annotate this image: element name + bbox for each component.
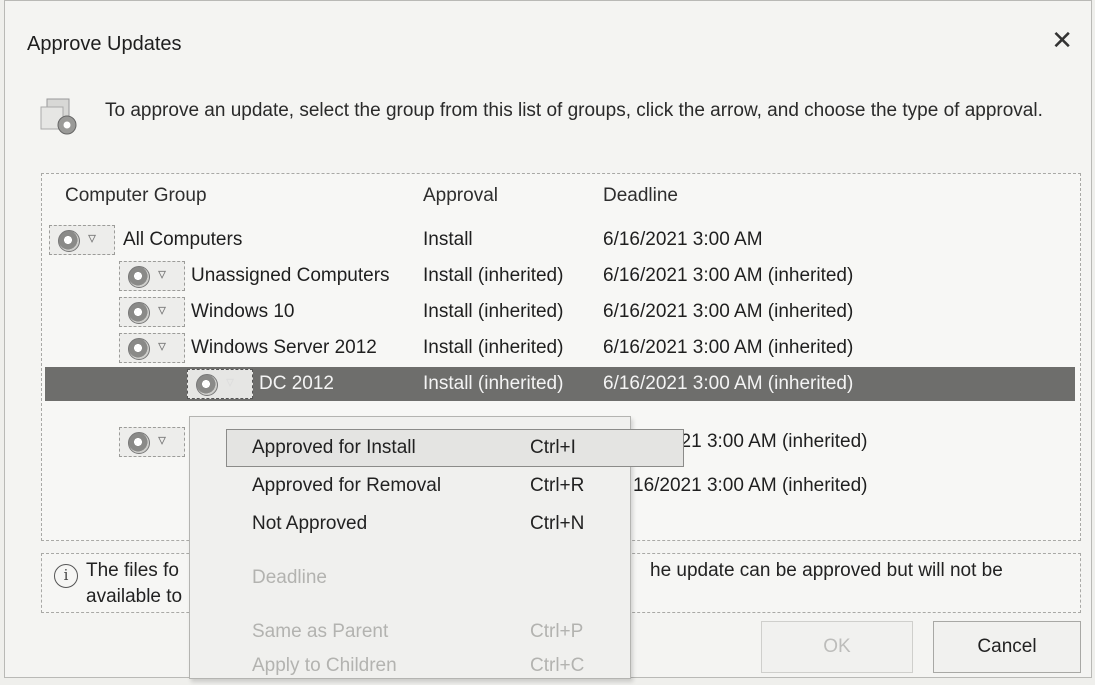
chevron-down-icon: ▿ bbox=[158, 432, 167, 449]
approval-context-menu: Approved for Install Ctrl+I Approved for… bbox=[189, 416, 684, 679]
menu-item-shortcut: Ctrl+N bbox=[530, 513, 585, 534]
table-row[interactable]: ▿ All Computers Install 6/16/2021 3:00 A… bbox=[45, 223, 1075, 257]
menu-item-approved-for-removal[interactable]: Approved for Removal Ctrl+R bbox=[190, 469, 630, 505]
menu-item-label: Apply to Children bbox=[252, 655, 397, 676]
approval-value: Install bbox=[423, 229, 473, 250]
deadline-value: 6/16/2021 3:00 AM (inherited) bbox=[603, 265, 854, 286]
menu-item-approved-for-install[interactable]: Approved for Install Ctrl+I bbox=[190, 431, 630, 467]
approval-dropdown-button[interactable]: ▿ bbox=[187, 369, 253, 399]
approval-gear-icon bbox=[128, 338, 150, 360]
table-row-selected[interactable]: ▿ DC 2012 Install (inherited) 6/16/2021 … bbox=[45, 367, 1075, 401]
approval-value: Install (inherited) bbox=[423, 265, 564, 286]
info-text-line1: The files fo bbox=[86, 560, 179, 581]
chevron-down-icon: ▿ bbox=[158, 302, 167, 319]
column-header-group[interactable]: Computer Group bbox=[65, 185, 207, 207]
menu-item-label: Deadline bbox=[252, 567, 327, 588]
deadline-value: 6/16/2021 3:00 AM (inherited) bbox=[603, 301, 854, 322]
group-name: Windows 10 bbox=[191, 301, 295, 322]
approval-value: Install (inherited) bbox=[423, 373, 564, 394]
chevron-down-icon: ▿ bbox=[158, 266, 167, 283]
chevron-down-icon: ▿ bbox=[226, 374, 235, 391]
approve-updates-icon bbox=[40, 98, 77, 135]
ok-button[interactable]: OK bbox=[761, 621, 913, 673]
menu-item-label: Not Approved bbox=[252, 513, 368, 534]
group-name: DC 2012 bbox=[259, 373, 334, 394]
menu-item-shortcut: Ctrl+I bbox=[530, 437, 576, 458]
menu-item-shortcut: Ctrl+R bbox=[530, 475, 585, 496]
group-name: Unassigned Computers bbox=[191, 265, 390, 286]
approval-gear-icon bbox=[128, 432, 150, 454]
approval-dropdown-button[interactable]: ▿ bbox=[119, 427, 185, 457]
approve-updates-dialog: Approve Updates ✕ To approve an update, … bbox=[4, 0, 1092, 679]
menu-item-not-approved[interactable]: Not Approved Ctrl+N bbox=[190, 507, 630, 543]
approval-dropdown-button[interactable]: ▿ bbox=[119, 261, 185, 291]
table-row[interactable]: ▿ Windows 10 Install (inherited) 6/16/20… bbox=[45, 295, 1075, 329]
column-header-deadline[interactable]: Deadline bbox=[603, 185, 678, 207]
deadline-value: 6/16/2021 3:00 AM bbox=[603, 229, 763, 250]
menu-item-label: Approved for Removal bbox=[252, 475, 442, 496]
info-text-line2: available to bbox=[86, 586, 183, 607]
dialog-title: Approve Updates bbox=[27, 33, 182, 55]
menu-item-shortcut: Ctrl+C bbox=[530, 655, 585, 676]
approval-dropdown-button[interactable]: ▿ bbox=[49, 225, 115, 255]
approval-gear-icon bbox=[196, 374, 218, 396]
approval-gear-icon bbox=[128, 302, 150, 324]
table-row[interactable]: ▿ Unassigned Computers Install (inherite… bbox=[45, 259, 1075, 293]
deadline-value: 16/2021 3:00 AM (inherited) bbox=[633, 475, 868, 496]
menu-item-apply-to-children[interactable]: Apply to Children Ctrl+C bbox=[190, 649, 630, 685]
deadline-value: 6/16/2021 3:00 AM (inherited) bbox=[603, 373, 854, 394]
info-icon: i bbox=[54, 564, 78, 588]
approval-dropdown-button[interactable]: ▿ bbox=[119, 333, 185, 363]
intro-text: To approve an update, select the group f… bbox=[105, 100, 1043, 121]
menu-item-label: Same as Parent bbox=[252, 621, 389, 642]
chevron-down-icon: ▿ bbox=[158, 338, 167, 355]
deadline-value: 6/16/2021 3:00 AM (inherited) bbox=[603, 337, 854, 358]
approval-gear-icon bbox=[58, 230, 80, 252]
column-header-approval[interactable]: Approval bbox=[423, 185, 498, 207]
close-icon[interactable]: ✕ bbox=[1051, 25, 1073, 55]
table-row[interactable]: ▿ Windows Server 2012 Install (inherited… bbox=[45, 331, 1075, 365]
approval-value: Install (inherited) bbox=[423, 301, 564, 322]
menu-item-shortcut: Ctrl+P bbox=[530, 621, 584, 642]
group-name: All Computers bbox=[123, 229, 243, 250]
menu-item-label: Approved for Install bbox=[252, 437, 416, 458]
approval-gear-icon bbox=[128, 266, 150, 288]
approval-value: Install (inherited) bbox=[423, 337, 564, 358]
group-name: Windows Server 2012 bbox=[191, 337, 377, 358]
chevron-down-icon: ▿ bbox=[88, 230, 97, 247]
menu-item-deadline[interactable]: Deadline bbox=[190, 561, 630, 597]
info-text-line1-right: he update can be approved but will not b… bbox=[650, 560, 1003, 581]
approval-dropdown-button[interactable]: ▿ bbox=[119, 297, 185, 327]
menu-item-same-as-parent[interactable]: Same as Parent Ctrl+P bbox=[190, 615, 630, 651]
cancel-button[interactable]: Cancel bbox=[933, 621, 1081, 673]
